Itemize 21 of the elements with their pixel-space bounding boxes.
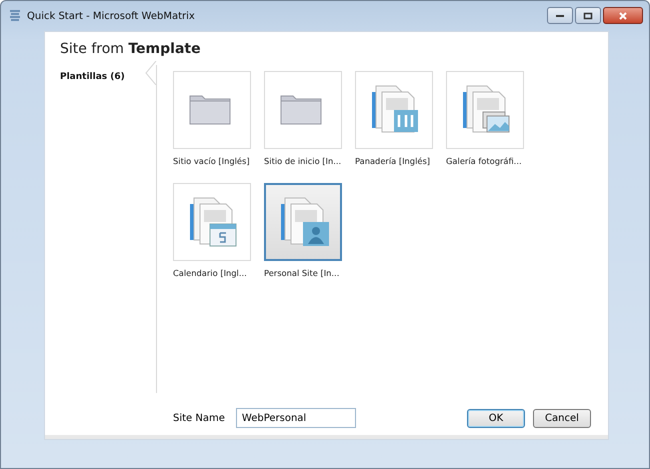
template-thumbnail[interactable] [264, 183, 342, 261]
minimize-button[interactable] [547, 7, 573, 24]
dialog-heading: Site from Template [59, 40, 202, 59]
close-icon [618, 12, 628, 20]
app-icon [9, 9, 21, 23]
maximize-icon [583, 12, 593, 20]
template-label: Sitio vacío [Inglés] [173, 155, 250, 167]
close-button[interactable] [603, 7, 643, 24]
window-title: Quick Start - Microsoft WebMatrix [27, 10, 195, 22]
dialog-button[interactable]: Cancel [533, 408, 591, 428]
template-label: Panadería [Inglés] [355, 155, 430, 167]
template-label: Personal Site [In... [264, 267, 340, 279]
sidebar-item[interactable]: Plantillas (6) [60, 72, 125, 82]
template-label: Galería fotográfi... [446, 155, 522, 167]
minimize-icon [555, 14, 565, 18]
template-label: Sitio de inicio [In... [264, 155, 342, 167]
template-label: Calendario [Ingl... [173, 267, 247, 279]
site-name-field[interactable]: WebPersonal [236, 408, 356, 428]
maximize-button[interactable] [575, 7, 601, 24]
dialog-button[interactable]: OK [467, 408, 525, 428]
site-name-label: Site Name [173, 412, 225, 424]
